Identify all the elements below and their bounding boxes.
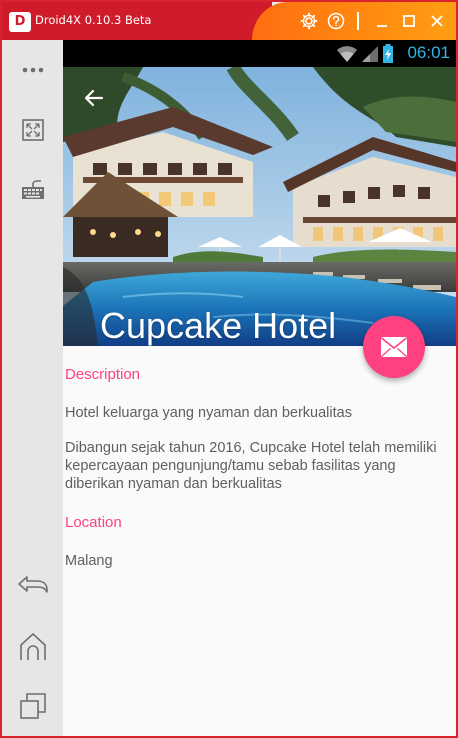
hotel-hero-image: Cupcake Hotel — [63, 67, 456, 346]
description-long: Dibangun sejak tahun 2016, Cupcake Hotel… — [65, 440, 437, 492]
signal-icon — [362, 46, 378, 62]
help-icon[interactable] — [326, 11, 346, 31]
more-icon[interactable] — [15, 52, 51, 88]
description-short: Hotel keluarga yang nyaman dan berkualit… — [65, 405, 352, 421]
android-screen: 06:01 Cupcake Hotel Description Hotel ke… — [63, 40, 456, 736]
wifi-icon — [337, 46, 357, 62]
battery-charging-icon — [383, 44, 393, 63]
title-bar-right — [252, 2, 456, 40]
title-divider — [357, 12, 359, 30]
email-icon — [381, 337, 407, 357]
status-bar: 06:01 — [63, 40, 456, 67]
recent-apps-icon[interactable] — [15, 688, 51, 724]
fullscreen-icon[interactable] — [15, 112, 51, 148]
back-icon[interactable] — [15, 566, 51, 602]
keyboard-icon[interactable] — [15, 172, 51, 208]
window-title: Droid4X 0.10.3 Beta — [35, 13, 152, 27]
maximize-icon[interactable] — [399, 11, 419, 31]
location-heading: Location — [65, 514, 122, 531]
back-arrow-icon[interactable] — [81, 85, 107, 111]
gear-icon[interactable] — [299, 11, 319, 31]
hotel-name: Cupcake Hotel — [100, 305, 337, 346]
title-bar: D Droid4X 0.10.3 Beta — [2, 2, 456, 40]
emulator-window: D Droid4X 0.10.3 Beta 06:01 Cupcake Hote… — [0, 0, 458, 738]
emulator-sidebar — [2, 40, 63, 736]
minimize-icon[interactable] — [372, 11, 392, 31]
close-icon[interactable] — [427, 11, 447, 31]
home-icon[interactable] — [15, 628, 51, 664]
email-fab-button[interactable] — [363, 316, 425, 378]
app-logo: D — [9, 12, 31, 32]
status-icons — [336, 44, 394, 64]
description-heading: Description — [65, 366, 141, 383]
location-value: Malang — [65, 553, 113, 569]
status-time: 06:01 — [407, 43, 450, 62]
